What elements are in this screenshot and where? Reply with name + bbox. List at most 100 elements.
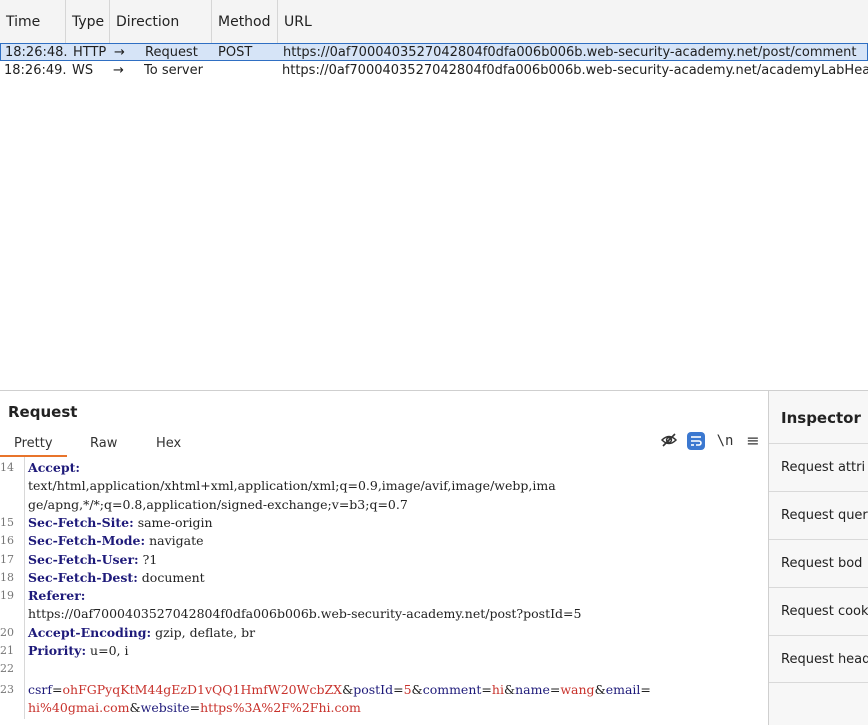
code-line: Accept: [28, 459, 80, 477]
header-name: Sec-Fetch-Dest: [28, 569, 138, 585]
code-line: Sec-Fetch-Mode: navigate [28, 532, 204, 550]
param-value: https%3A%2F%2Fhi.com [200, 699, 361, 715]
tab-hex[interactable]: Hex [156, 433, 181, 455]
row-method: POST [218, 45, 253, 60]
header-name: Priority: [28, 643, 87, 658]
line-number: 21 [0, 644, 14, 657]
header-name: Referer: [28, 588, 86, 604]
arrow-right-icon: → [114, 45, 125, 60]
column-header-direction[interactable]: Direction [110, 0, 212, 44]
history-row[interactable]: 18:26:49... WS → To server https://0af70… [0, 62, 868, 80]
request-editor[interactable]: 14 Accept: text/html,application/xhtml+xml… [0, 457, 766, 719]
header-name: Sec-Fetch-Mode: [28, 533, 146, 549]
inspector-title: Inspector [781, 409, 861, 427]
header-value: document [141, 569, 205, 585]
row-direction: Request [145, 45, 198, 60]
column-header-time[interactable]: Time [0, 0, 66, 44]
code-line: ge/apng,*/*;q=0.8,application/signed-exc… [28, 496, 408, 514]
line-number: 18 [0, 570, 14, 584]
param-equals: = [481, 681, 492, 697]
param-amp: & [129, 699, 141, 715]
header-value: gzip, deflate, br [155, 624, 256, 640]
code-line: Sec-Fetch-Site: same-origin [28, 514, 213, 532]
row-url: https://0af7000403527042804f0dfa006b006b… [283, 45, 857, 60]
line-number: 23 [0, 682, 14, 696]
param-equals: = [640, 681, 651, 697]
row-type: HTTP [73, 45, 107, 60]
param-value: hi [491, 681, 504, 697]
line-number: 16 [0, 534, 14, 548]
message-history-table: Time Type Direction Method URL 18:26:48.… [0, 0, 868, 390]
param-name: email [605, 681, 641, 697]
code-line: Accept-Encoding: gzip, deflate, br [28, 624, 255, 642]
param-name: name [515, 681, 550, 697]
inspector-request-attributes[interactable]: Request attri [769, 443, 868, 491]
inspector-request-cookies[interactable]: Request cook [769, 587, 868, 635]
param-amp: & [594, 681, 606, 697]
column-header-method[interactable]: Method [212, 0, 278, 44]
header-value: ?1 [142, 551, 158, 567]
header-value: same-origin [137, 514, 213, 530]
line-number: 19 [0, 589, 14, 603]
row-method [217, 62, 277, 78]
request-panel: Request Pretty Raw Hex \n ≡ 14 Accept: tex… [0, 390, 768, 725]
arrow-right-icon: → [113, 63, 124, 78]
header-name: Sec-Fetch-Site: [28, 514, 134, 530]
param-equals: = [189, 699, 201, 715]
param-amp: & [342, 681, 354, 697]
inspector-request-query[interactable]: Request quer [769, 491, 868, 539]
code-line: Sec-Fetch-User: ?1 [28, 551, 157, 569]
body-line: hi%40gmai.com&website=https%3A%2F%2Fhi.c… [28, 699, 361, 717]
line-number: 14 [0, 461, 14, 474]
column-header-type[interactable]: Type [66, 0, 110, 44]
line-number: 20 [0, 625, 14, 639]
header-value: ge/apng,*/*;q=0.8,application/signed-exc… [28, 496, 408, 512]
row-time: 18:26:49... [4, 63, 66, 78]
header-name: Accept-Encoding: [28, 624, 152, 640]
newline-toggle-icon[interactable]: \n [714, 431, 736, 451]
header-name: Sec-Fetch-User: [28, 551, 139, 567]
param-equals: = [549, 681, 561, 697]
code-line: Referer: [28, 587, 85, 605]
inspector-request-body[interactable]: Request bod [769, 539, 868, 587]
param-equals: = [393, 681, 404, 697]
body-line: csrf=ohFGPyqKtM44gEzD1vQQ1HmfW20WcbZX&po… [28, 681, 651, 699]
code-line: Priority: u=0, i [28, 642, 128, 660]
wrap-lines-icon[interactable] [687, 432, 705, 450]
param-name: comment [422, 681, 482, 697]
line-number: 15 [0, 515, 14, 529]
param-value: ohFGPyqKtM44gEzD1vQQ1HmfW20WcbZX [62, 681, 343, 697]
history-row[interactable]: 18:26:48... HTTP → Request POST https://… [0, 43, 868, 61]
param-name: website [140, 699, 190, 715]
menu-icon[interactable]: ≡ [742, 431, 764, 451]
tab-raw[interactable]: Raw [90, 433, 117, 455]
inspector-panel: Inspector Request attri Request quer Req… [768, 390, 868, 725]
hide-eye-icon[interactable] [658, 431, 680, 451]
param-equals: = [52, 681, 63, 697]
header-name: Accept: [28, 460, 81, 475]
param-amp: & [503, 681, 516, 697]
row-time: 18:26:48... [5, 45, 67, 60]
history-header-row: Time Type Direction Method URL [0, 0, 868, 44]
code-line: Sec-Fetch-Dest: document [28, 569, 205, 587]
code-line: text/html,application/xhtml+xml,applicat… [28, 477, 556, 495]
tab-pretty[interactable]: Pretty [0, 433, 67, 457]
header-value: https://0af7000403527042804f0dfa006b006b… [28, 606, 582, 622]
param-value: hi%40gmai.com [28, 699, 130, 715]
row-type: WS [72, 63, 94, 78]
param-value: 5 [403, 681, 412, 697]
param-value: wang [560, 681, 595, 697]
line-number: 17 [0, 552, 14, 566]
column-header-url[interactable]: URL [278, 0, 868, 44]
line-number-gutter [0, 457, 25, 719]
line-number: 22 [0, 662, 14, 676]
param-name: postId [353, 681, 394, 697]
request-panel-title: Request [8, 403, 78, 421]
row-url: https://0af7000403527042804f0dfa006b006b… [282, 63, 868, 78]
header-value: u=0, i [90, 643, 129, 658]
inspector-request-headers[interactable]: Request head [769, 635, 868, 683]
row-direction: To server [144, 63, 203, 78]
header-value: text/html,application/xhtml+xml,applicat… [28, 478, 556, 494]
code-line: https://0af7000403527042804f0dfa006b006b… [28, 605, 581, 623]
header-value: navigate [149, 533, 204, 549]
